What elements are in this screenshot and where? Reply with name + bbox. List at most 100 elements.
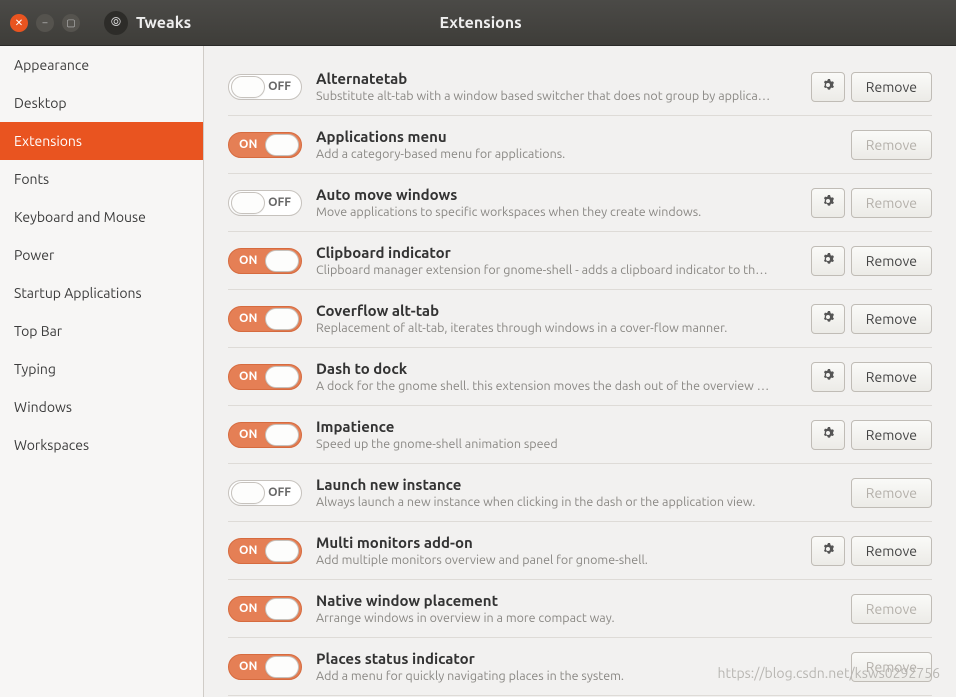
extension-name: Multi monitors add-on bbox=[316, 534, 797, 551]
extension-name: Coverflow alt-tab bbox=[316, 302, 797, 319]
extension-description: Move applications to specific workspaces… bbox=[316, 205, 797, 219]
extension-info: Launch new instance Always launch a new i… bbox=[316, 476, 837, 509]
extension-toggle[interactable]: ON bbox=[228, 538, 302, 564]
extension-row: ON Dash to dock A dock for the gnome shell… bbox=[228, 348, 932, 406]
extension-settings-button[interactable] bbox=[811, 188, 845, 218]
extension-settings-button[interactable] bbox=[811, 536, 845, 566]
extension-actions: Remove bbox=[851, 130, 932, 160]
gear-icon bbox=[820, 193, 836, 212]
extension-actions: Remove bbox=[811, 188, 932, 218]
extension-remove-button[interactable]: Remove bbox=[851, 246, 932, 276]
extension-actions: Remove bbox=[851, 594, 932, 624]
extension-info: ImpatienceSpeed up the gnome-shell anima… bbox=[316, 418, 797, 451]
extension-name: Auto move windows bbox=[316, 186, 797, 203]
sidebar-item-workspaces[interactable]: Workspaces bbox=[0, 426, 203, 464]
extension-toggle[interactable]: OFF bbox=[228, 74, 302, 100]
extension-description: Clipboard manager extension for gnome-sh… bbox=[316, 263, 797, 277]
sidebar-item-desktop[interactable]: Desktop bbox=[0, 84, 203, 122]
extension-actions: Remove bbox=[811, 536, 932, 566]
extension-row: ON Clipboard indicator Clipboard manager e… bbox=[228, 232, 932, 290]
extension-toggle[interactable]: ON bbox=[228, 422, 302, 448]
extension-actions: Remove bbox=[851, 478, 932, 508]
extension-info: Clipboard indicator Clipboard manager ext… bbox=[316, 244, 797, 277]
extension-remove-button[interactable]: Remove bbox=[851, 420, 932, 450]
gear-icon bbox=[820, 77, 836, 96]
extension-row: ON Coverflow alt-tab Replacement of alt-ta… bbox=[228, 290, 932, 348]
window-close-button[interactable]: ✕ bbox=[10, 14, 28, 32]
sidebar-item-power[interactable]: Power bbox=[0, 236, 203, 274]
extension-name: Alternatetab bbox=[316, 70, 797, 87]
extension-remove-button[interactable]: Remove bbox=[851, 536, 932, 566]
extension-name: Applications menu bbox=[316, 128, 837, 145]
extension-remove-button[interactable]: Remove bbox=[851, 72, 932, 102]
extension-remove-button: Remove bbox=[851, 130, 932, 160]
gear-icon bbox=[820, 541, 836, 560]
extension-settings-button[interactable] bbox=[811, 362, 845, 392]
gear-icon bbox=[820, 309, 836, 328]
sidebar: AppearanceDesktopExtensionsFontsKeyboard… bbox=[0, 46, 204, 697]
extension-toggle[interactable]: ON bbox=[228, 132, 302, 158]
sidebar-item-appearance[interactable]: Appearance bbox=[0, 46, 203, 84]
gear-icon bbox=[820, 425, 836, 444]
gear-icon bbox=[820, 251, 836, 270]
extension-settings-button[interactable] bbox=[811, 304, 845, 334]
app-icon: ⦾ bbox=[104, 11, 128, 35]
extension-description: Add a menu for quickly navigating places… bbox=[316, 669, 837, 683]
extension-description: Arrange windows in overview in a more co… bbox=[316, 611, 837, 625]
extension-info: Applications menuAdd a category-based me… bbox=[316, 128, 837, 161]
extension-name: Dash to dock bbox=[316, 360, 797, 377]
extension-name: Launch new instance bbox=[316, 476, 837, 493]
extension-toggle[interactable]: ON bbox=[228, 596, 302, 622]
extension-toggle[interactable]: OFF bbox=[228, 480, 302, 506]
extension-info: Auto move windows Move applications to sp… bbox=[316, 186, 797, 219]
extension-toggle[interactable]: ON bbox=[228, 364, 302, 390]
extension-row: ON Applications menuAdd a category-based … bbox=[228, 116, 932, 174]
sidebar-item-extensions[interactable]: Extensions bbox=[0, 122, 203, 160]
extension-info: Dash to dock A dock for the gnome shell. … bbox=[316, 360, 797, 393]
extension-actions: Remove bbox=[811, 362, 932, 392]
extension-description: A dock for the gnome shell. this extensi… bbox=[316, 379, 797, 393]
page-title: Extensions bbox=[205, 14, 756, 32]
extension-row: ON Native window placement Arrange windows… bbox=[228, 580, 932, 638]
extension-toggle[interactable]: OFF bbox=[228, 190, 302, 216]
sidebar-item-typing[interactable]: Typing bbox=[0, 350, 203, 388]
sidebar-item-windows[interactable]: Windows bbox=[0, 388, 203, 426]
app-title: Tweaks bbox=[136, 14, 191, 32]
window-maximize-button[interactable]: ▢ bbox=[62, 14, 80, 32]
sidebar-item-startup-applications[interactable]: Startup Applications bbox=[0, 274, 203, 312]
extension-info: Native window placement Arrange windows i… bbox=[316, 592, 837, 625]
extension-info: Coverflow alt-tab Replacement of alt-tab,… bbox=[316, 302, 797, 335]
extension-info: AlternatetabSubstitute alt-tab with a wi… bbox=[316, 70, 797, 103]
extension-remove-button: Remove bbox=[851, 188, 932, 218]
extension-actions: Remove bbox=[851, 652, 932, 682]
sidebar-item-fonts[interactable]: Fonts bbox=[0, 160, 203, 198]
extension-description: Always launch a new instance when clicki… bbox=[316, 495, 837, 509]
extension-remove-button: Remove bbox=[851, 478, 932, 508]
window-minimize-button[interactable]: – bbox=[36, 14, 54, 32]
extension-toggle[interactable]: ON bbox=[228, 306, 302, 332]
extension-remove-button[interactable]: Remove bbox=[851, 362, 932, 392]
extension-settings-button[interactable] bbox=[811, 72, 845, 102]
extension-actions: Remove bbox=[811, 420, 932, 450]
sidebar-item-top-bar[interactable]: Top Bar bbox=[0, 312, 203, 350]
extension-remove-button: Remove bbox=[851, 594, 932, 624]
extension-row: OFF Auto move windows Move applications to… bbox=[228, 174, 932, 232]
extension-description: Replacement of alt-tab, iterates through… bbox=[316, 321, 797, 335]
extension-row: ON ImpatienceSpeed up the gnome-shell ani… bbox=[228, 406, 932, 464]
title-bar: ✕ – ▢ ⦾ Tweaks Extensions bbox=[0, 0, 956, 46]
extension-settings-button[interactable] bbox=[811, 246, 845, 276]
extension-row: ON Multi monitors add-on Add multiple moni… bbox=[228, 522, 932, 580]
extension-settings-button[interactable] bbox=[811, 420, 845, 450]
extension-toggle[interactable]: ON bbox=[228, 654, 302, 680]
sidebar-item-keyboard-and-mouse[interactable]: Keyboard and Mouse bbox=[0, 198, 203, 236]
extension-name: Native window placement bbox=[316, 592, 837, 609]
extension-actions: Remove bbox=[811, 72, 932, 102]
extension-description: Add multiple monitors overview and panel… bbox=[316, 553, 797, 567]
extension-info: Multi monitors add-on Add multiple monito… bbox=[316, 534, 797, 567]
extension-toggle[interactable]: ON bbox=[228, 248, 302, 274]
extension-remove-button: Remove bbox=[851, 652, 932, 682]
extension-row: ONPlaces status indicatorAdd a menu for … bbox=[228, 638, 932, 696]
extension-remove-button[interactable]: Remove bbox=[851, 304, 932, 334]
extension-name: Clipboard indicator bbox=[316, 244, 797, 261]
extensions-list: OFF AlternatetabSubstitute alt-tab with a… bbox=[204, 46, 956, 697]
